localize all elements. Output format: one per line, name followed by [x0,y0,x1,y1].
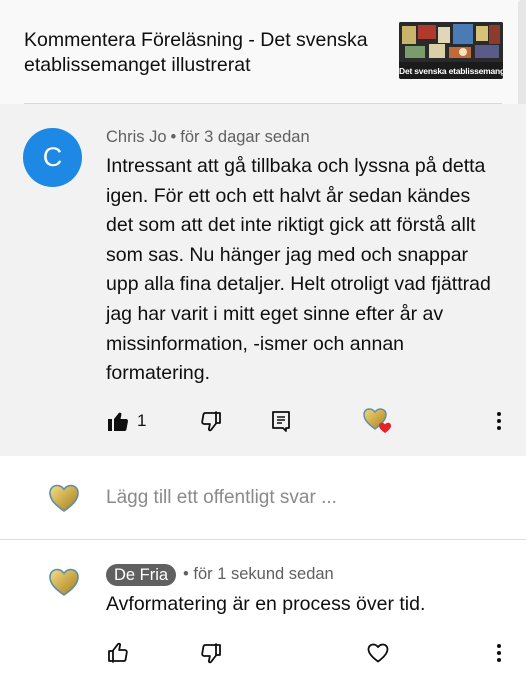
thumbs-up-filled-icon[interactable] [106,409,130,433]
comment-meta: Chris Jo • för 3 dagar sedan [106,128,310,147]
reply-input-row[interactable]: Lägg till ett offentligt svar ... [0,456,526,540]
video-thumbnail[interactable]: Det svenska etablissemanget [399,22,503,79]
comments-header: Kommentera Föreläsning - Det svenska eta… [0,0,526,104]
reply-actions [0,641,526,671]
video-title[interactable]: Kommentera Föreläsning - Det svenska eta… [24,28,384,78]
thumbs-up-icon[interactable] [106,641,130,665]
avatar[interactable]: C [23,128,82,187]
heart-avatar-icon [48,482,80,514]
thumbnail-caption: Det svenska etablissemanget [399,66,503,76]
comment-author[interactable]: Chris Jo [106,128,167,146]
reply-comment: De Fria • för 1 sekund sedan Avformateri… [0,540,526,684]
meta-separator: • [170,128,177,146]
heart-avatar-icon[interactable] [48,566,80,598]
reply-text: Avformatering är en process över tid. [106,593,426,615]
reply-input[interactable]: Lägg till ett offentligt svar ... [106,487,337,509]
reply-comment-icon[interactable] [269,409,293,433]
meta-separator: • [183,565,189,583]
reply-time: för 1 sekund sedan [193,565,334,583]
more-options-icon[interactable] [487,409,511,433]
thumbnail-image [399,22,503,62]
thumbs-down-icon[interactable] [199,641,223,665]
more-options-icon[interactable] [487,641,511,665]
author-name-chip[interactable]: De Fria [106,564,177,586]
comment-highlighted: C Chris Jo • för 3 dagar sedan Intressant … [0,104,526,456]
like-count: 1 [137,411,147,430]
reply-meta: • för 1 sekund sedan [183,565,334,584]
comment-time: för 3 dagar sedan [180,128,310,146]
creator-heart-icon[interactable] [362,406,394,434]
thumbs-down-icon[interactable] [199,409,223,433]
heart-outline-icon[interactable] [366,641,390,665]
comment-actions: 1 [0,406,526,439]
comment-text: Intressant att gå tillbaka och lyssna på… [106,155,491,385]
